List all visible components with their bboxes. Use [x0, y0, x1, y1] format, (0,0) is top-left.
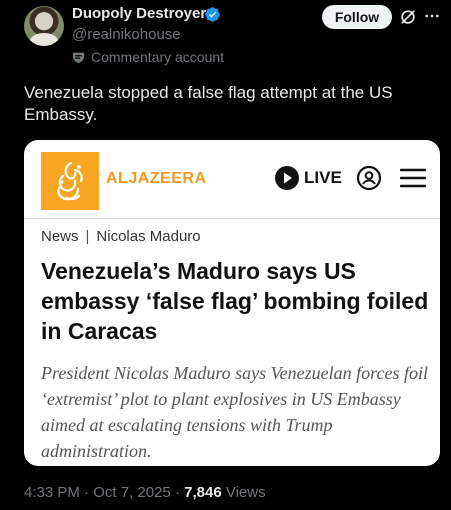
- breadcrumb-separator: |: [85, 228, 90, 245]
- commentary-label-icon: [72, 52, 85, 63]
- breadcrumb-topic[interactable]: Nicolas Maduro: [96, 228, 200, 245]
- article-summary: President Nicolas Maduro says Venezuelan…: [41, 363, 428, 461]
- tweet-text: Venezuela stopped a false flag attempt a…: [24, 83, 393, 124]
- article-card[interactable]: ALJAZEERA LIVE News | Nicolas Maduro Venez…: [24, 140, 440, 466]
- account-icon[interactable]: [356, 165, 382, 191]
- aljazeera-calligraphy-icon: [57, 161, 83, 201]
- verified-badge-icon: [205, 7, 220, 22]
- display-name[interactable]: Duopoly Destroyer: [72, 5, 206, 22]
- account-label-text: Commentary account: [91, 49, 225, 65]
- tweet-date[interactable]: Oct 7, 2025: [93, 484, 171, 501]
- breadcrumb-section[interactable]: News: [41, 228, 79, 245]
- tweet-time[interactable]: 4:33 PM: [24, 484, 80, 501]
- play-circle-icon: [275, 166, 299, 190]
- aljazeera-wordmark: ALJAZEERA: [106, 170, 207, 187]
- handle[interactable]: @realnikohouse: [72, 26, 181, 43]
- avatar[interactable]: [24, 6, 64, 46]
- grok-icon[interactable]: [398, 7, 418, 27]
- breadcrumb: News | Nicolas Maduro: [41, 228, 201, 245]
- live-label: LIVE: [304, 168, 342, 187]
- aljazeera-logo: [41, 152, 99, 210]
- meta-dot: ·: [84, 484, 90, 501]
- tweet-header: Duopoly Destroyer @realnikohouse Comment…: [0, 0, 451, 80]
- account-label: Commentary account: [72, 48, 224, 66]
- live-button[interactable]: LIVE: [274, 164, 342, 192]
- card-divider: [24, 218, 440, 219]
- follow-button[interactable]: Follow: [322, 5, 392, 29]
- meta-dot: ·: [174, 484, 180, 501]
- views-count[interactable]: 7,846: [184, 484, 222, 501]
- tweet-meta: 4:33 PM · Oct 7, 2025 · 7,846 Views: [24, 484, 266, 501]
- hamburger-menu-icon[interactable]: [400, 167, 426, 189]
- views-label: Views: [225, 484, 266, 501]
- more-horizontal-icon[interactable]: [423, 7, 441, 25]
- article-headline[interactable]: Venezuela’s Maduro says US embassy ‘fals…: [41, 256, 431, 346]
